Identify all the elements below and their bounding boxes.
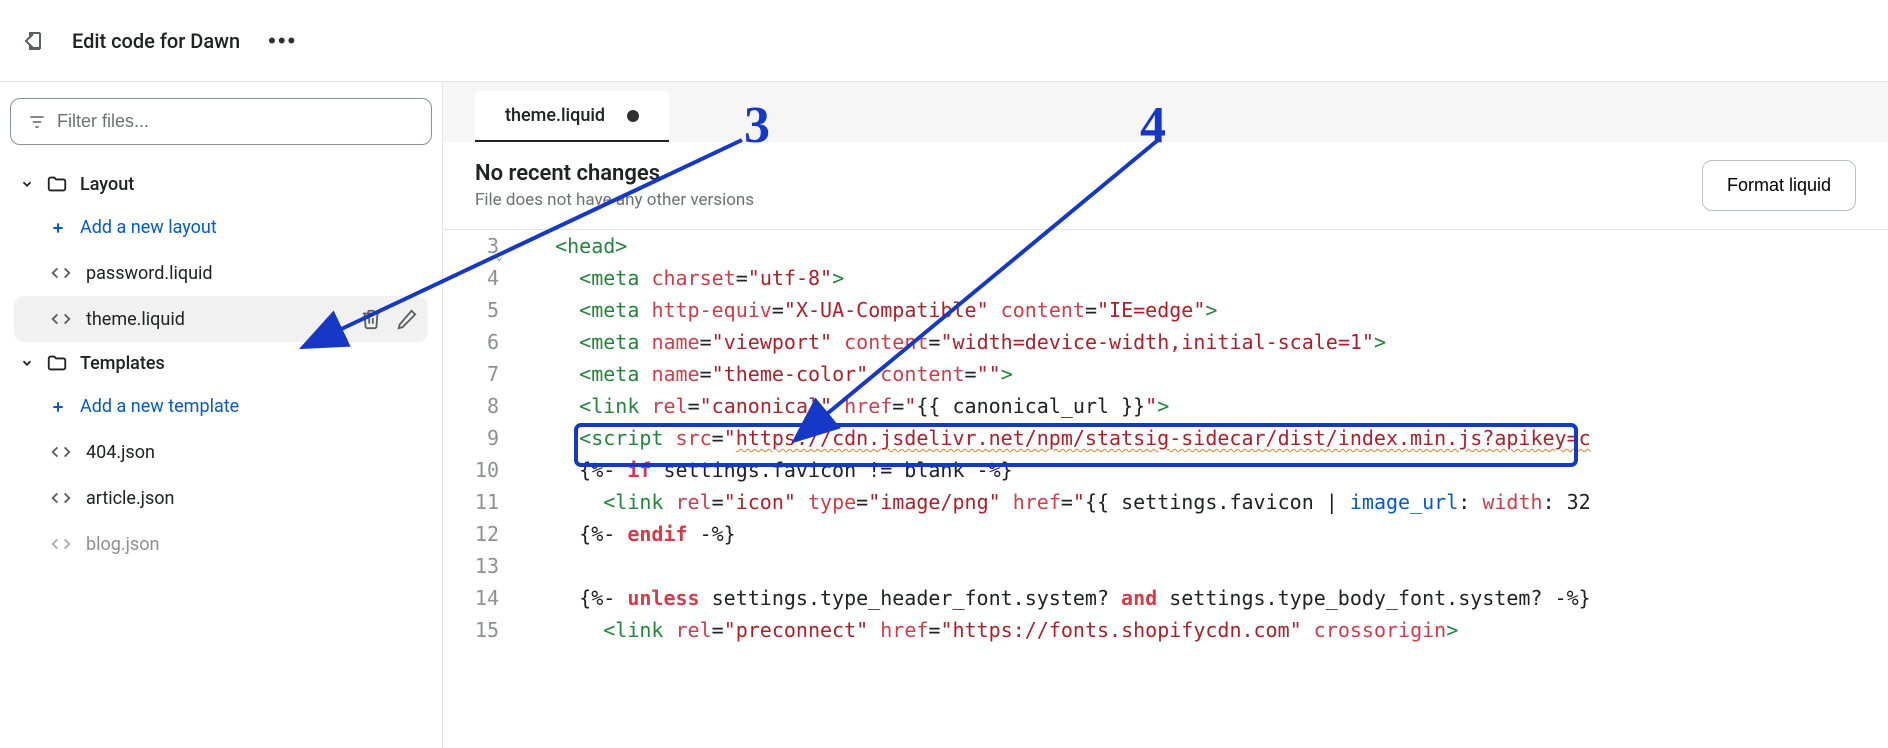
file-label: theme.liquid	[86, 309, 346, 330]
back-button[interactable]	[20, 29, 44, 53]
dots-icon: •••	[268, 28, 297, 54]
code-icon	[50, 308, 72, 330]
dirty-dot-icon	[627, 110, 639, 122]
code-content[interactable]: <head> <meta charset="utf-8"> <meta http…	[513, 230, 1888, 748]
file-404-json[interactable]: 404.json	[14, 429, 428, 475]
status-subtitle: File does not have any other versions	[475, 190, 754, 210]
app-root: Edit code for Dawn ••• Layout Add a	[0, 0, 1888, 748]
file-sidebar: Layout Add a new layout password.liquid …	[0, 82, 443, 748]
page-title: Edit code for Dawn	[72, 29, 240, 53]
file-label: password.liquid	[86, 263, 418, 284]
annotation-number-4: 4	[1140, 96, 1166, 155]
file-row-actions	[360, 308, 418, 330]
plus-icon	[50, 399, 66, 415]
section-label: Templates	[80, 353, 165, 374]
file-label: article.json	[86, 488, 418, 509]
tab-label: theme.liquid	[505, 105, 605, 126]
file-article-json[interactable]: article.json	[14, 475, 428, 521]
annotation-number-3: 3	[744, 96, 770, 155]
chevron-down-icon	[20, 177, 34, 191]
tab-theme-liquid[interactable]: theme.liquid	[475, 91, 669, 142]
file-theme-liquid[interactable]: theme.liquid	[14, 296, 428, 342]
file-label: blog.json	[86, 534, 418, 555]
trash-icon[interactable]	[360, 308, 382, 330]
statusbar: No recent changes File does not have any…	[443, 142, 1888, 230]
plus-icon	[50, 220, 66, 236]
add-layout-link[interactable]: Add a new layout	[14, 205, 428, 250]
section-label: Layout	[80, 174, 134, 195]
main: Layout Add a new layout password.liquid …	[0, 82, 1888, 748]
file-tree: Layout Add a new layout password.liquid …	[8, 163, 434, 567]
code-icon	[50, 262, 72, 284]
format-liquid-button[interactable]: Format liquid	[1702, 160, 1856, 211]
filter-input[interactable]	[57, 111, 415, 132]
add-template-label: Add a new template	[80, 396, 239, 417]
folder-icon	[46, 352, 68, 374]
edit-icon[interactable]	[396, 308, 418, 330]
section-layout[interactable]: Layout	[14, 163, 428, 205]
file-label: 404.json	[86, 442, 418, 463]
section-templates[interactable]: Templates	[14, 342, 428, 384]
add-template-link[interactable]: Add a new template	[14, 384, 428, 429]
file-blog-json[interactable]: blog.json	[14, 521, 428, 567]
code-icon	[50, 441, 72, 463]
file-password-liquid[interactable]: password.liquid	[14, 250, 428, 296]
line-gutter: 3⌄456789101112131415	[443, 230, 513, 748]
status-title: No recent changes	[475, 161, 754, 186]
editor-pane: theme.liquid No recent changes File does…	[443, 82, 1888, 748]
code-editor[interactable]: 3⌄456789101112131415 <head> <meta charse…	[443, 230, 1888, 748]
topbar: Edit code for Dawn •••	[0, 0, 1888, 82]
status-text: No recent changes File does not have any…	[475, 161, 754, 210]
folder-icon	[46, 173, 68, 195]
more-button[interactable]: •••	[268, 28, 297, 54]
exit-icon	[20, 29, 44, 53]
filter-icon	[27, 112, 47, 132]
filter-box[interactable]	[10, 98, 432, 145]
chevron-down-icon	[20, 356, 34, 370]
code-icon	[50, 487, 72, 509]
code-icon	[50, 533, 72, 555]
add-layout-label: Add a new layout	[80, 217, 217, 238]
